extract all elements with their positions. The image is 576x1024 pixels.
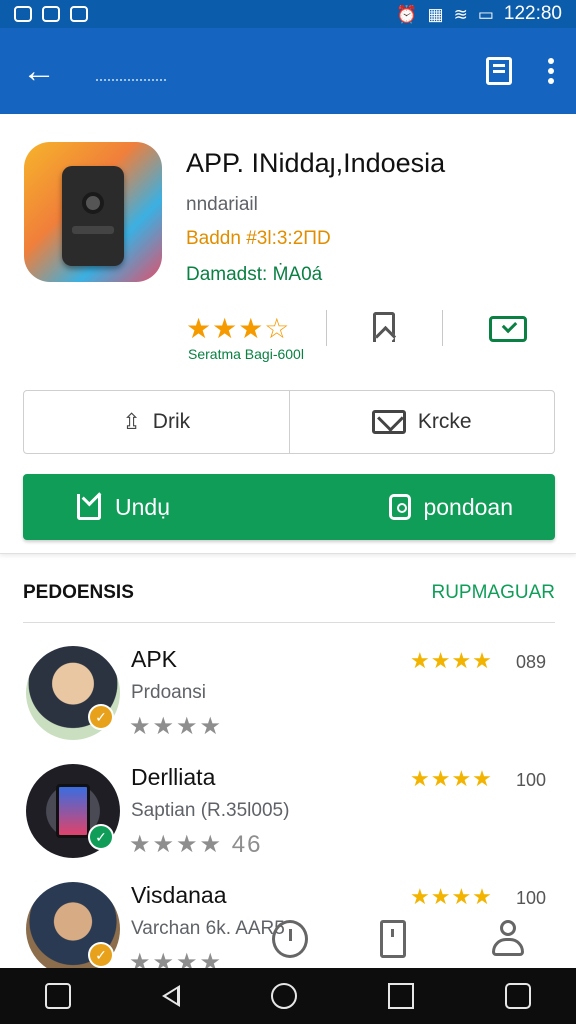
app-header-card: APP. INiddaȷ,Indoesia nndariail Baddn #3… [0,114,576,554]
battery-icon: ▭ [477,4,494,24]
item-subtitle: Varchan 6k. AAR5 [131,918,285,939]
secondary-install-label: pondoan [423,493,513,520]
bookmark-icon[interactable] [486,57,512,85]
app-rating-stars: ★★★☆ [186,313,291,344]
system-nav-bar [0,968,576,1024]
download-icon [77,494,101,520]
nav-home-icon[interactable] [270,983,297,1009]
notification-icon-2 [42,6,60,22]
share-button[interactable]: ⇫ Drik [24,391,289,453]
section-title: PEDOENSIS [23,582,134,603]
item-title: APK [131,646,178,672]
app-meta-orange: Baddn #3l:3:2ΠD [186,228,331,249]
app-developer[interactable]: nndariail [186,194,258,216]
install-label: Undụ [115,493,170,520]
verified-badge-icon: ✓ [88,704,114,730]
item-count: 089 [516,652,547,672]
wifi-icon: ≋ [453,4,468,24]
app-bar: ← [0,28,576,114]
alarm-icon: ⏰ [396,4,418,24]
item-rating: ★★★★ [410,766,493,791]
more-vert-icon[interactable] [548,58,554,84]
item-stars: ★★★★ 46 [129,831,263,858]
see-more-link[interactable]: RUPMAGUAR [431,582,555,604]
install-bar: Undụ pondoan [23,474,555,540]
mail-icon [371,410,406,434]
app-meta-green: Damadst: ṀA0á [186,264,323,285]
item-rating: ★★★★ [410,884,493,909]
share-label: Drik [152,410,191,433]
app-bar-title-placeholder [96,79,166,81]
item-subtitle: Saptian (R.35l005) [131,800,290,821]
section-divider [23,622,555,623]
save-icon[interactable] [373,312,395,342]
verified-badge-icon: ✓ [88,942,114,968]
document-icon[interactable] [380,920,406,958]
share-icon: ⇫ [122,409,141,434]
list-item[interactable]: ✓ Derlliata Saptian (R.35l005) ★★★★ 46 ★… [0,756,576,866]
nav-back-icon[interactable] [162,985,181,1007]
message-button[interactable]: Krcke [288,391,555,453]
notification-icon-1 [14,6,32,22]
item-count: 100 [516,888,547,908]
item-rating: ★★★★ [410,648,493,673]
user-icon[interactable] [490,920,526,958]
secondary-install-button[interactable]: pondoan [389,494,555,521]
item-title: Visdanaa [131,882,227,908]
phone-illustration [62,166,124,266]
back-arrow-icon[interactable]: ← [22,54,56,88]
message-label: Krcke [417,410,472,433]
item-subtitle: Prdoansi [131,682,206,703]
verified-badge-icon: ✓ [88,824,114,850]
status-notifications [14,6,88,22]
item-title: Derlliata [131,764,216,790]
app-icon [24,142,162,282]
apps-icon[interactable] [45,983,72,1009]
item-stars: ★★★★ [129,713,224,740]
wishlist-check-icon[interactable] [489,316,527,342]
signal-icon: ▦ [427,4,444,24]
app-title: APP. INiddaȷ,Indoesia [186,148,446,178]
status-bar: ⏰ ▦ ≋ ▭ 122:80 [0,0,576,28]
divider [326,310,327,346]
status-time: 122:80 [503,3,562,24]
install-button[interactable]: Undụ [23,494,170,521]
clock-icon [389,494,412,520]
list-item[interactable]: ✓ APK Prdoansi ★★★★ ★★★★ 089 [0,638,576,748]
timer-icon[interactable] [272,920,308,958]
item-count: 100 [516,770,547,790]
nav-overview-icon[interactable] [387,983,414,1009]
similar-section-header: PEDOENSIS RUPMAGUAR [23,582,555,604]
status-indicators: ⏰ ▦ ≋ ▭ 122:80 [396,3,562,25]
assistant-icon[interactable] [504,983,531,1009]
rating-caption: Seratma Bagi-600l [188,346,304,362]
notification-icon-3 [70,6,88,22]
secondary-actions: ⇫ Drik Krcke [23,390,555,454]
divider [442,310,443,346]
